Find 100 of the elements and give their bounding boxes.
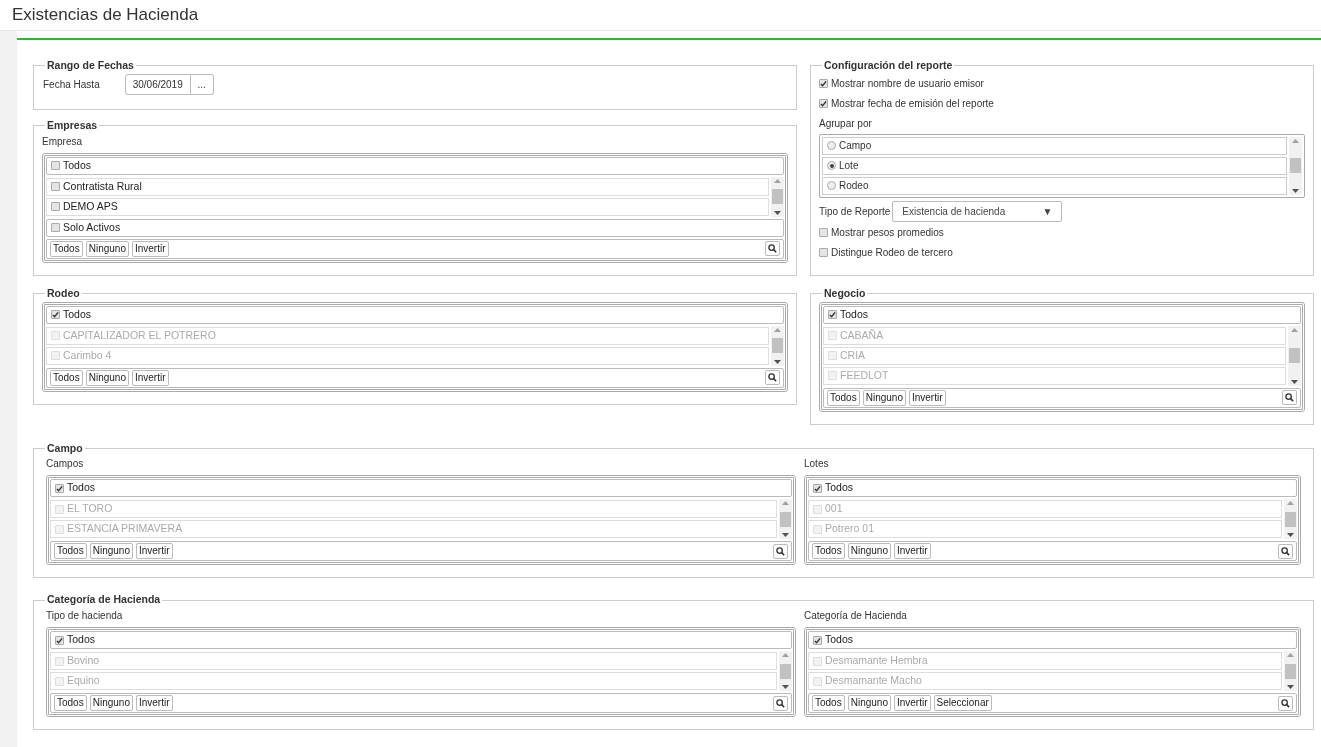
scroll-up-icon[interactable] <box>1287 501 1294 506</box>
action-button[interactable]: Ninguno <box>85 240 129 257</box>
list-row[interactable]: Campo <box>822 136 1287 155</box>
scroll-down-icon[interactable] <box>1292 188 1299 193</box>
scrollbar[interactable] <box>1288 325 1301 386</box>
list-row[interactable]: Rodeo <box>822 176 1287 195</box>
scroll-thumb[interactable] <box>1285 663 1296 679</box>
scroll-down-icon[interactable] <box>1287 533 1294 538</box>
action-button[interactable]: Seleccionar <box>933 695 992 711</box>
scroll-thumb[interactable] <box>780 511 791 527</box>
action-button[interactable]: Invertir <box>893 543 931 560</box>
scrollbar[interactable] <box>779 499 792 540</box>
select-all-row[interactable]: Todos <box>46 156 784 175</box>
scrollbar[interactable] <box>771 325 784 366</box>
search-button[interactable] <box>1278 695 1293 711</box>
filter-row[interactable]: Solo Activos <box>46 218 784 237</box>
select-all-row[interactable]: Todos <box>808 479 1297 498</box>
action-button[interactable]: Todos <box>50 240 83 257</box>
scroll-down-icon[interactable] <box>1291 379 1298 384</box>
action-button[interactable]: Invertir <box>131 369 169 386</box>
search-button[interactable] <box>1278 543 1293 559</box>
checkbox[interactable] <box>51 223 60 232</box>
scroll-up-icon[interactable] <box>782 653 789 657</box>
scrollbar[interactable] <box>1284 499 1297 540</box>
action-button[interactable]: Todos <box>827 389 860 406</box>
row-label: Todos <box>67 632 96 648</box>
radio-button[interactable] <box>827 141 836 151</box>
checkbox[interactable] <box>813 483 822 493</box>
list-row[interactable]: DEMO APS <box>46 197 769 216</box>
checkbox[interactable] <box>819 99 828 109</box>
scroll-thumb[interactable] <box>1290 158 1301 174</box>
scroll-down-icon[interactable] <box>782 533 789 538</box>
select-all-row[interactable]: Todos <box>50 631 792 649</box>
radio-button[interactable] <box>827 161 836 171</box>
checkbox[interactable] <box>55 483 64 493</box>
scrollbar[interactable] <box>1289 136 1302 195</box>
action-button[interactable]: Ninguno <box>862 389 906 406</box>
checkbox[interactable] <box>51 161 60 170</box>
select-all-row[interactable]: Todos <box>808 631 1297 649</box>
scroll-up-icon[interactable] <box>782 501 789 506</box>
list-row[interactable]: Contratista Rural <box>46 177 769 196</box>
scroll-down-icon[interactable] <box>774 210 781 215</box>
scrollbar[interactable] <box>779 651 792 691</box>
scroll-thumb[interactable] <box>772 338 783 353</box>
action-button[interactable]: Todos <box>812 543 845 560</box>
search-button[interactable] <box>773 695 788 711</box>
checkbox[interactable] <box>819 248 828 258</box>
action-button[interactable]: Ninguno <box>85 369 129 386</box>
checkbox[interactable] <box>51 182 60 191</box>
select-all-row[interactable]: Todos <box>823 305 1301 324</box>
field-label: Agrupar por <box>819 117 873 132</box>
section-title: Campo <box>46 440 84 456</box>
scroll-up-icon[interactable] <box>1291 327 1298 332</box>
list-row[interactable]: Lote <box>822 156 1287 175</box>
search-button[interactable] <box>765 241 780 256</box>
checkbox[interactable] <box>51 202 60 211</box>
scroll-down-icon[interactable] <box>774 359 781 364</box>
checkbox[interactable] <box>813 635 822 645</box>
scroll-thumb[interactable] <box>780 663 791 679</box>
search-button[interactable] <box>1282 390 1297 405</box>
radio-button[interactable] <box>827 181 836 191</box>
search-button[interactable] <box>773 543 788 559</box>
checkbox[interactable] <box>51 310 60 319</box>
action-button[interactable]: Invertir <box>893 695 931 711</box>
action-button[interactable]: Invertir <box>135 695 173 711</box>
action-button[interactable]: Todos <box>50 369 83 386</box>
scroll-up-icon[interactable] <box>1292 138 1299 143</box>
checkbox[interactable] <box>828 310 837 319</box>
date-field[interactable]: 30/06/2019 <box>124 73 191 95</box>
action-button[interactable]: Ninguno <box>89 543 133 560</box>
select-all-row[interactable]: Todos <box>46 305 784 324</box>
action-button[interactable]: Todos <box>54 695 87 711</box>
search-button[interactable] <box>765 370 780 385</box>
action-button[interactable]: Invertir <box>135 543 173 560</box>
field-label: Tipo de Reporte <box>819 205 891 220</box>
select-all-row[interactable]: Todos <box>50 479 792 498</box>
action-button[interactable]: Ninguno <box>847 695 891 711</box>
checkbox[interactable] <box>819 79 828 89</box>
scroll-down-icon[interactable] <box>1287 685 1294 689</box>
action-button[interactable]: Ninguno <box>89 695 133 711</box>
action-button[interactable]: Todos <box>54 543 87 560</box>
date-picker-button[interactable]: ... <box>190 73 214 95</box>
scroll-up-icon[interactable] <box>1287 653 1294 657</box>
scroll-thumb[interactable] <box>1289 348 1300 363</box>
action-button[interactable]: Invertir <box>908 389 946 406</box>
scroll-thumb[interactable] <box>1285 511 1296 527</box>
row-label: EL TORO <box>67 501 113 517</box>
scroll-up-icon[interactable] <box>774 178 781 183</box>
scroll-thumb[interactable] <box>772 189 783 204</box>
scrollbar[interactable] <box>1284 651 1297 691</box>
section-title: Empresas <box>46 117 99 133</box>
report-type-select[interactable]: Existencia de hacienda ▼ <box>892 201 1063 223</box>
scrollbar[interactable] <box>771 176 784 217</box>
checkbox[interactable] <box>819 228 828 238</box>
action-button[interactable]: Invertir <box>131 240 169 257</box>
scroll-up-icon[interactable] <box>774 327 781 332</box>
scroll-down-icon[interactable] <box>782 685 789 689</box>
action-button[interactable]: Todos <box>812 695 845 711</box>
checkbox[interactable] <box>55 635 64 645</box>
action-button[interactable]: Ninguno <box>847 543 891 560</box>
